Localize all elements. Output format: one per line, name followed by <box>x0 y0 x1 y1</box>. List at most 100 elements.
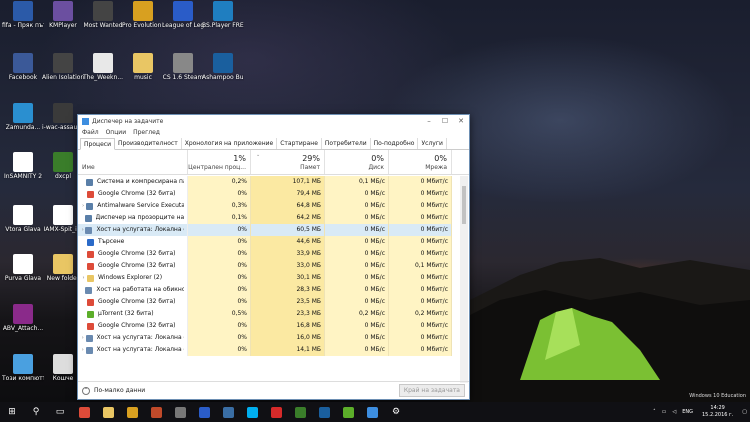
process-name-cell: ›Хост на услугата: Локална система <box>78 224 188 236</box>
desktop-shortcut[interactable]: Purva Glava <box>2 254 44 282</box>
task-view-icon: ▭ <box>55 406 65 417</box>
process-name: Хост на услугата: Локална система <box>96 226 184 233</box>
volume-icon[interactable]: ◁ <box>672 409 676 415</box>
process-row[interactable]: Система и компресирана памет 0,2%107,1 МБ… <box>78 176 462 188</box>
memory-cell: 107,1 МБ <box>251 176 325 188</box>
desktop-shortcut[interactable]: Vtora Glava <box>2 205 44 233</box>
process-name: Google Chrome (32 бита) <box>98 262 176 269</box>
column-memory[interactable]: 29% Памет <box>251 150 325 174</box>
desktop-shortcut[interactable]: music <box>122 53 164 81</box>
explorer-icon <box>87 274 94 282</box>
taskbar-button[interactable]: ▭ <box>48 402 72 422</box>
taskbar-button[interactable] <box>72 402 96 422</box>
process-list: Система и компресирана памет 0,2%107,1 МБ… <box>78 176 462 383</box>
desktop-shortcut[interactable]: The_Weekn... <box>82 53 124 81</box>
process-row[interactable]: Google Chrome (32 бита) 0% 23,5 МБ 0 МБ/с 0 … <box>78 296 462 308</box>
desktop-shortcut[interactable]: Ashampoo Burning S... <box>202 53 244 81</box>
desktop-shortcut[interactable]: CS 1.6 Steam <box>162 53 204 81</box>
fewer-details-button[interactable]: ˄ По-малко данни <box>82 386 399 395</box>
language-indicator[interactable]: ENG <box>682 409 693 415</box>
title-bar[interactable]: Диспечер на задачите – ☐ ✕ <box>78 115 469 127</box>
process-row[interactable]: Хост на работата на обикновения... 0%28,3… <box>78 284 462 296</box>
menu-options[interactable]: Опции <box>106 129 127 136</box>
minimize-icon[interactable]: – <box>421 117 437 125</box>
taskbar-button[interactable] <box>312 402 336 422</box>
dwm-icon <box>84 214 92 222</box>
desktop-shortcut[interactable]: KMPlayer <box>42 1 84 29</box>
desktop-shortcut[interactable]: Facebook <box>2 53 44 81</box>
process-row[interactable]: › Windows Explorer (2) 0% 30,1 МБ 0 МБ/с 0 Мб… <box>78 272 462 284</box>
desktop-shortcut-label: Alien Isolation <box>42 74 84 81</box>
taskbar-button[interactable]: ⚲ <box>24 402 48 422</box>
close-icon[interactable]: ✕ <box>453 117 469 125</box>
column-cpu[interactable]: 1% Централен проц... <box>188 150 251 174</box>
cpu-label: Централен проц... <box>188 164 246 171</box>
vertical-scrollbar[interactable] <box>460 176 468 383</box>
memory-total: 29% <box>302 154 320 163</box>
menu-view[interactable]: Преглед <box>133 129 160 136</box>
system-icon <box>86 178 94 186</box>
desktop-shortcut[interactable]: Most Wanted <box>82 1 124 29</box>
taskbar-button[interactable] <box>288 402 312 422</box>
desktop-shortcut[interactable]: Alien Isolation <box>42 53 84 81</box>
taskbar-button[interactable] <box>120 402 144 422</box>
process-row[interactable]: Google Chrome (32 бита) 0% 16,8 МБ 0 МБ/с 0 … <box>78 320 462 332</box>
end-task-button[interactable]: Край на задачата <box>398 384 465 397</box>
desktop-shortcut[interactable]: Zamunda... <box>2 103 44 131</box>
process-row[interactable]: Диспечер на прозорците на работния плот 0… <box>78 212 462 224</box>
column-network[interactable]: 0% Мрежа <box>389 150 452 174</box>
column-disk[interactable]: 0% Диск <box>325 150 389 174</box>
taskbar-button[interactable] <box>264 402 288 422</box>
taskbar-button[interactable] <box>168 402 192 422</box>
expand-chevron-icon[interactable]: › <box>80 344 86 356</box>
taskbar-button[interactable] <box>96 402 120 422</box>
desktop-shortcut[interactable]: BS.Player FREE <box>202 1 244 29</box>
clock[interactable]: 14:29 15.2.2016 г. <box>702 405 733 419</box>
tab-processes[interactable]: Процеси <box>80 138 115 150</box>
cpu-cell: 0,3% <box>188 200 251 212</box>
tab-details[interactable]: По-подробно <box>371 138 419 149</box>
desktop-shortcut[interactable]: Pro Evolution Soccer 2016 <box>122 1 164 29</box>
taskbar-button[interactable] <box>144 402 168 422</box>
taskbar-button[interactable] <box>216 402 240 422</box>
process-row[interactable]: µTorrent (32 бита) 0,5% 23,3 МБ 0,2 МБ/с 0,2… <box>78 308 462 320</box>
process-row[interactable]: › Хост на услугата: Локална систе... 0%14,… <box>78 344 462 356</box>
expand-chevron-icon[interactable]: › <box>80 272 87 284</box>
desktop-shortcut[interactable]: League of Legends <box>162 1 204 29</box>
chevron-up-icon[interactable]: ˄ <box>653 409 656 415</box>
maximize-icon[interactable]: ☐ <box>437 117 453 125</box>
taskbar-button[interactable] <box>336 402 360 422</box>
taskbar-button[interactable] <box>240 402 264 422</box>
audio-file-icon <box>93 53 113 73</box>
network-icon[interactable]: ▭ <box>662 409 667 415</box>
desktop-shortcut[interactable]: Този компютър <box>2 354 44 382</box>
tab-users[interactable]: Потребители <box>322 138 371 149</box>
process-name-cell: › Windows Explorer (2) <box>78 272 188 284</box>
taskbar-button[interactable]: ⊞ <box>0 402 24 422</box>
tab-startup[interactable]: Стартиране <box>277 138 322 149</box>
desktop-shortcut[interactable]: fifa - Пряк път <box>2 1 44 29</box>
tab-services[interactable]: Услуги <box>418 138 447 149</box>
process-row[interactable]: Търсене 0% 44,6 МБ 0 МБ/с 0 Мбит/с <box>78 236 462 248</box>
desktop-shortcut[interactable]: InSAMNITY 2 <box>2 152 44 180</box>
process-row[interactable]: Google Chrome (32 бита) 0% 33,9 МБ 0 МБ/с 0 … <box>78 248 462 260</box>
taskbar-button[interactable]: ⚙ <box>384 402 408 422</box>
tab-app-history[interactable]: Хронология на приложение <box>182 138 278 149</box>
desktop-shortcut-label: fifa - Пряк път <box>2 22 44 29</box>
desktop-shortcut[interactable]: ABV_Attach... <box>2 304 44 332</box>
notification-icon[interactable]: ▢ <box>742 409 747 415</box>
process-row[interactable]: ›Хост на услугата: Локална система0%60,5… <box>78 224 462 236</box>
process-row[interactable]: Google Chrome (32 бита) 0% 33,0 МБ 0 МБ/с 0,… <box>78 260 462 272</box>
menu-file[interactable]: Файл <box>82 129 99 136</box>
expand-chevron-icon[interactable]: › <box>80 332 86 344</box>
most-wanted-icon <box>93 1 113 21</box>
tab-performance[interactable]: Производителност <box>115 138 182 149</box>
taskbar-button[interactable] <box>360 402 384 422</box>
process-row[interactable]: › Хост на услугата: Локална систе... 0%16,… <box>78 332 462 344</box>
document-icon <box>13 152 33 172</box>
taskbar-button[interactable] <box>192 402 216 422</box>
scroll-thumb[interactable] <box>462 186 466 224</box>
process-row[interactable]: Google Chrome (32 бита) 0% 79,4 МБ 0 МБ/с 0 … <box>78 188 462 200</box>
process-row[interactable]: ›Antimalware Service Executable0,3%64,8 … <box>78 200 462 212</box>
column-name[interactable]: Име <box>78 150 188 174</box>
